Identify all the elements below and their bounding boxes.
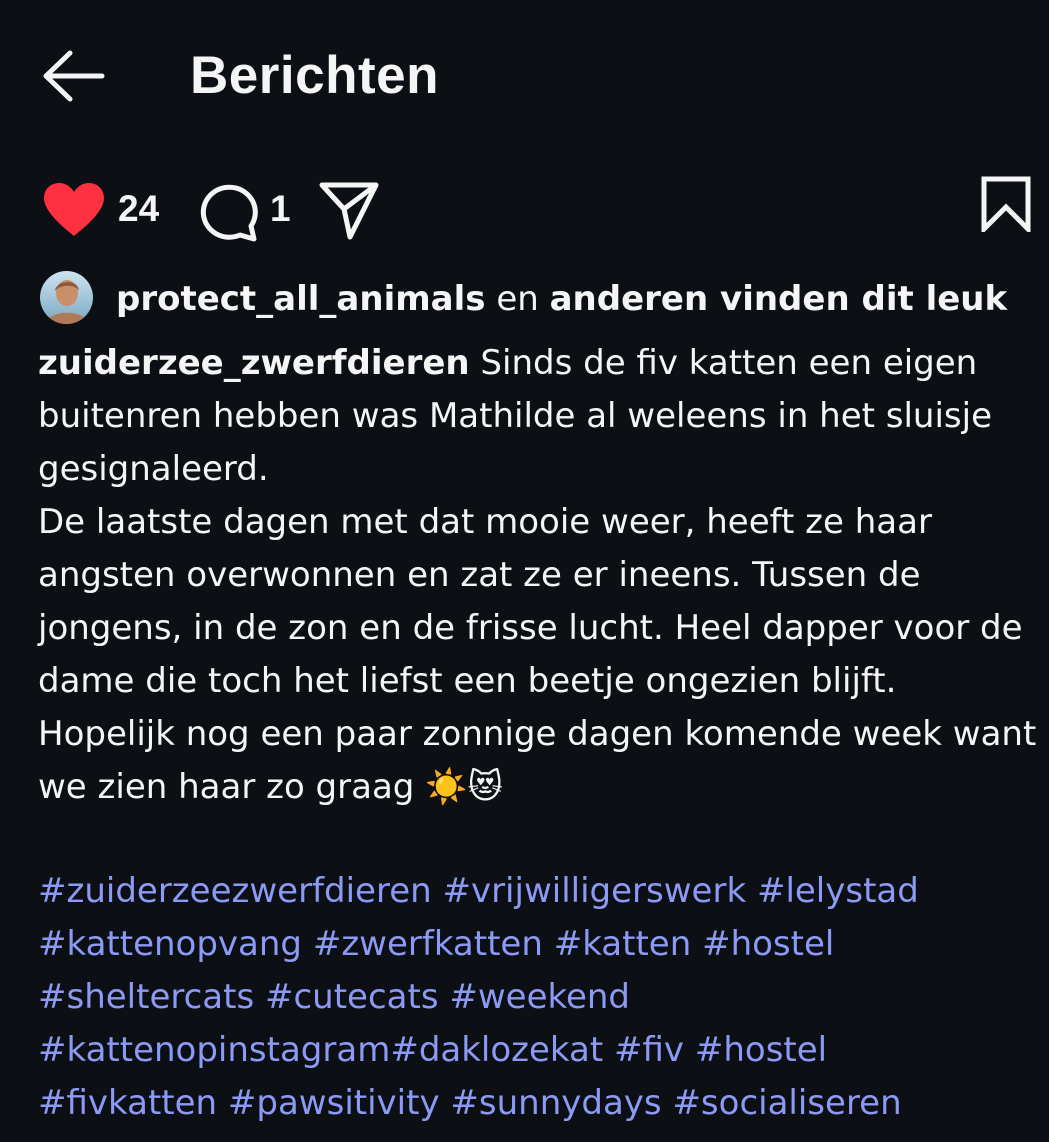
hashtag-line: #kattenopvang #zwerfkatten #katten #host… (38, 918, 1043, 971)
hashtag-link[interactable]: #fivkatten (38, 1083, 217, 1123)
hashtag-line: #fivkatten #pawsitivity #sunnydays #soci… (38, 1077, 1043, 1130)
caption-text: Sinds de fiv katten een eigen buitenren … (38, 343, 1037, 807)
back-button[interactable] (38, 48, 108, 104)
avatar-photo-icon (40, 271, 93, 324)
post-actions-bar: 24 1 (0, 170, 1049, 246)
hashtag-separator (543, 924, 554, 964)
like-count[interactable]: 24 (118, 187, 159, 231)
hashtag-separator (746, 871, 757, 911)
liker-username[interactable]: protect_all_animals (116, 279, 486, 319)
arrow-left-icon (43, 50, 105, 102)
hashtag-link[interactable]: #zwerfkatten (313, 924, 543, 964)
hashtag-separator (691, 924, 702, 964)
hashtag-link[interactable]: #daklozekat (390, 1030, 603, 1070)
hashtag-link[interactable]: #kattenopinstagram (38, 1030, 390, 1070)
hashtag-link[interactable]: #kattenopvang (38, 924, 302, 964)
bookmark-icon (981, 176, 1031, 236)
hashtag-separator (432, 871, 443, 911)
comment-count[interactable]: 1 (270, 187, 291, 231)
hashtag-line: #sheltercats #cutecats #weekend (38, 971, 1043, 1024)
save-button[interactable] (980, 176, 1032, 236)
hashtag-separator (684, 1030, 695, 1070)
hashtag-link[interactable]: #lelystad (757, 871, 919, 911)
hashtag-separator (217, 1083, 228, 1123)
likes-connector: en (485, 279, 550, 319)
hashtag-separator (439, 977, 450, 1017)
hashtag-link[interactable]: #katten (554, 924, 692, 964)
hashtag-link[interactable]: #sunnydays (450, 1083, 661, 1123)
hashtag-link[interactable]: #vrijwilligerswerk (442, 871, 746, 911)
caption-author[interactable]: zuiderzee_zwerfdieren (38, 343, 470, 383)
hashtag-line: #kattenopinstagram#daklozekat #fiv #host… (38, 1024, 1043, 1077)
hashtag-line: #zuiderzeezwerfdieren #vrijwilligerswerk… (38, 865, 1043, 918)
hashtag-separator (603, 1030, 614, 1070)
post-caption: zuiderzee_zwerfdieren Sinds de fiv katte… (38, 337, 1043, 814)
hashtag-link[interactable]: #weekend (449, 977, 630, 1017)
hashtag-link[interactable]: #hostel (695, 1030, 827, 1070)
share-button[interactable] (318, 179, 382, 243)
top-bar: Berichten (0, 0, 1049, 150)
hashtag-link[interactable]: #pawsitivity (228, 1083, 440, 1123)
hashtag-separator (440, 1083, 451, 1123)
page-title: Berichten (190, 46, 439, 105)
hashtag-separator (302, 924, 313, 964)
hashtag-link[interactable]: #zuiderzeezwerfdieren (38, 871, 432, 911)
comment-bubble-icon (200, 184, 258, 242)
hashtags: #zuiderzeezwerfdieren #vrijwilligerswerk… (38, 865, 1043, 1130)
heart-filled-icon (44, 183, 104, 236)
likes-text: protect_all_animals en anderen vinden di… (116, 276, 1007, 322)
hashtag-link[interactable]: #cutecats (265, 977, 439, 1017)
paper-plane-icon (319, 182, 379, 240)
likes-others-link[interactable]: anderen vinden dit leuk (550, 279, 1008, 319)
hashtag-separator (254, 977, 265, 1017)
comment-button[interactable] (196, 179, 260, 243)
hashtag-link[interactable]: #socialiseren (672, 1083, 901, 1123)
hashtag-link[interactable]: #fiv (614, 1030, 684, 1070)
hashtag-separator (662, 1083, 673, 1123)
like-button[interactable] (40, 180, 108, 240)
likes-summary: protect_all_animals en anderen vinden di… (40, 268, 1020, 330)
hashtag-link[interactable]: #sheltercats (38, 977, 254, 1017)
avatar[interactable] (40, 271, 93, 324)
hashtag-link[interactable]: #hostel (702, 924, 834, 964)
